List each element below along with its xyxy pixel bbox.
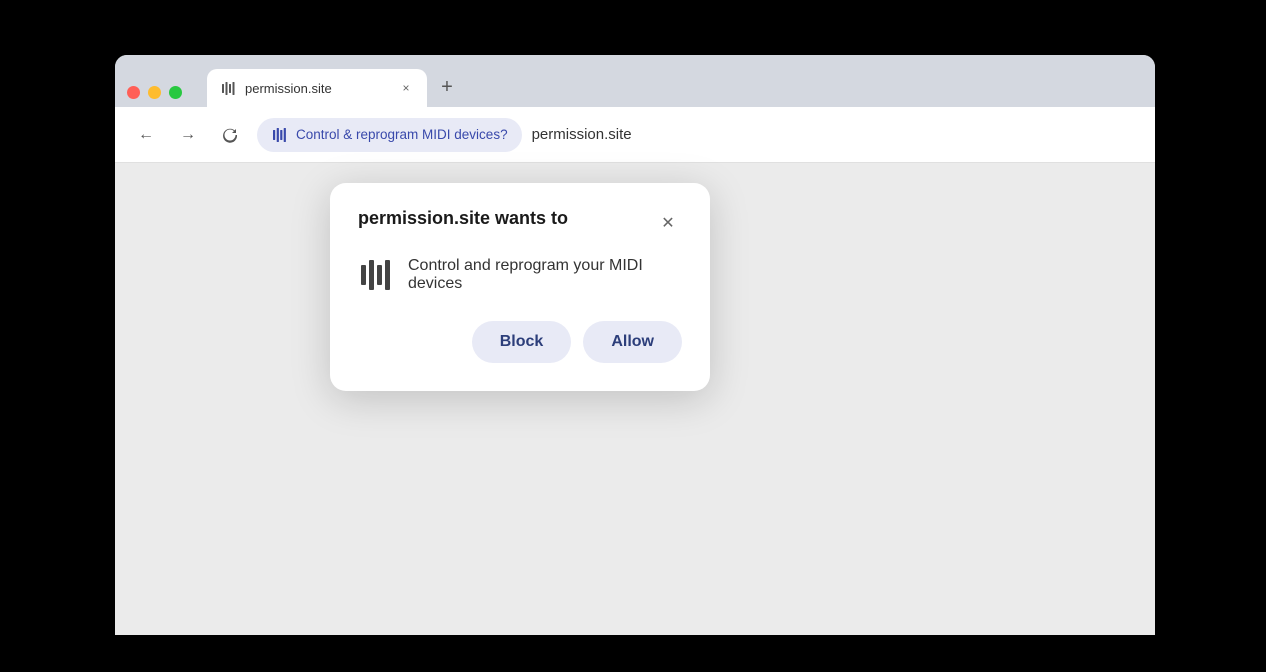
block-button[interactable]: Block bbox=[472, 321, 572, 363]
browser-window: permission.site × + ← → bbox=[115, 55, 1155, 635]
tab-close-button[interactable]: × bbox=[397, 79, 415, 97]
permission-pill[interactable]: Control & reprogram MIDI devices? bbox=[257, 118, 522, 152]
dialog-buttons: Block Allow bbox=[358, 321, 682, 363]
minimize-window-button[interactable] bbox=[148, 86, 161, 99]
site-url: permission.site bbox=[532, 126, 632, 143]
page-content: permission.site wants to ✕ Control and r… bbox=[115, 163, 1155, 635]
nav-bar: ← → Control & reprogram MIDI devices? bbox=[115, 107, 1155, 163]
midi-icon bbox=[358, 257, 394, 293]
address-bar: Control & reprogram MIDI devices? permis… bbox=[257, 118, 1139, 152]
dialog-permission-text: Control and reprogram your MIDI devices bbox=[408, 257, 682, 293]
maximize-window-button[interactable] bbox=[169, 86, 182, 99]
permission-dialog: permission.site wants to ✕ Control and r… bbox=[330, 183, 710, 391]
dialog-permission-row: Control and reprogram your MIDI devices bbox=[358, 257, 682, 293]
forward-button[interactable]: → bbox=[173, 120, 203, 150]
dialog-close-button[interactable]: ✕ bbox=[654, 209, 682, 237]
midi-permission-icon bbox=[271, 126, 289, 144]
close-window-button[interactable] bbox=[127, 86, 140, 99]
tab-favicon-icon bbox=[219, 79, 237, 97]
active-tab[interactable]: permission.site × bbox=[207, 69, 427, 107]
reload-button[interactable] bbox=[215, 120, 245, 150]
new-tab-button[interactable]: + bbox=[431, 71, 463, 103]
allow-button[interactable]: Allow bbox=[583, 321, 682, 363]
back-button[interactable]: ← bbox=[131, 120, 161, 150]
window-controls bbox=[127, 86, 207, 107]
dialog-header: permission.site wants to ✕ bbox=[358, 207, 682, 237]
permission-pill-text: Control & reprogram MIDI devices? bbox=[296, 127, 508, 142]
dialog-title: permission.site wants to bbox=[358, 207, 568, 230]
tab-title: permission.site bbox=[245, 81, 389, 96]
tab-bar: permission.site × + bbox=[115, 55, 1155, 107]
